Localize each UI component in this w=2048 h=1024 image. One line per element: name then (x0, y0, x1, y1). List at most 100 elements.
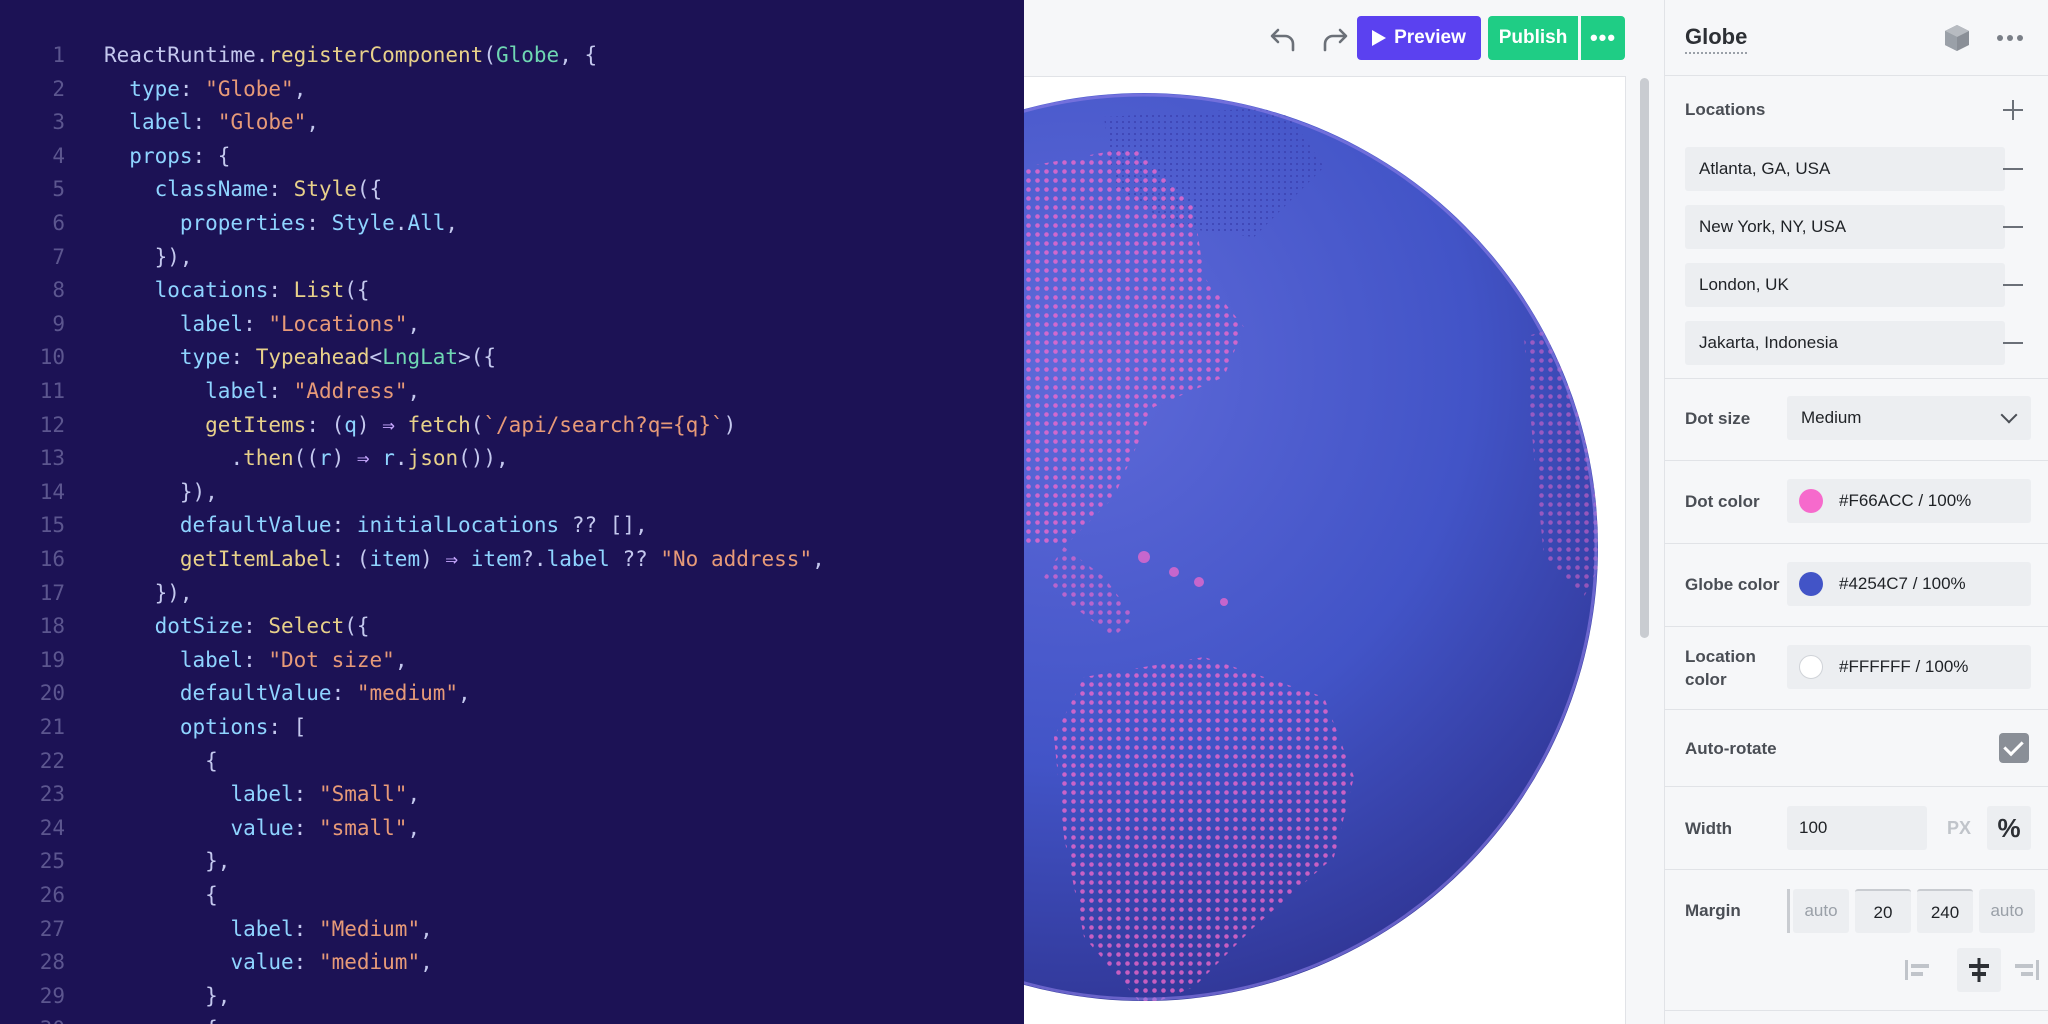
component-title[interactable]: Globe (1685, 24, 1748, 54)
line-number: 22 (39, 748, 65, 773)
code-text: }, (205, 849, 231, 874)
toolbar: Preview Publish ••• (1024, 0, 1664, 76)
line-number: 16 (39, 547, 65, 571)
locations-label: Locations (1685, 100, 1766, 119)
line-number: 10 (39, 345, 65, 370)
code-text: }, (205, 983, 231, 1008)
location-color-label: Location color (1685, 647, 1756, 689)
more-dots-icon: ••• (1589, 25, 1617, 50)
dot-color-value: #F66ACC / 100% (1839, 491, 1972, 510)
code-text: { (205, 883, 218, 907)
code-text: value: "medium", (230, 950, 433, 975)
globe-color-value: #4254C7 / 100% (1839, 574, 1966, 593)
line-number: 5 (52, 177, 65, 202)
cube-icon[interactable] (1941, 22, 1973, 54)
code-text: }), (154, 244, 193, 269)
dot-color-swatch[interactable] (1799, 489, 1823, 513)
unit-percent-toggle[interactable]: % (1987, 806, 2031, 850)
align-left-icon[interactable] (1897, 950, 1937, 990)
dot-size-value: Medium (1801, 408, 1862, 427)
inspector-panel: Globe Locations Atlanta, GA, USA New Yor… (1664, 0, 2048, 1024)
line-number: 14 (39, 479, 65, 504)
code-text: type: Typeahead<LngLat>({ (179, 345, 496, 370)
line-number: 13 (39, 446, 65, 471)
line-number: 30 (0, 1012, 65, 1024)
code-text: { (104, 1012, 218, 1024)
preview-button-label: Preview (1394, 27, 1466, 48)
preview-frame (1024, 76, 1626, 1024)
publish-button[interactable]: Publish (1488, 16, 1578, 60)
add-location-icon[interactable] (2001, 98, 2025, 122)
align-right-icon[interactable] (2007, 950, 2047, 990)
divider (1665, 626, 2048, 627)
code-text: .then((r) ⇒ r.json()), (230, 446, 509, 471)
undo-icon[interactable] (1262, 18, 1304, 60)
code-text: type: "Globe", (129, 76, 307, 101)
line-number: 12 (39, 412, 65, 437)
line-number: 17 (39, 580, 65, 605)
code-text: getItems: (q) ⇒ fetch(`/api/search?q={q}… (205, 412, 737, 437)
location-field-2[interactable]: New York, NY, USA (1685, 205, 2005, 249)
line-number: 7 (52, 244, 65, 269)
location-color-swatch[interactable] (1799, 655, 1823, 679)
code-text: className: Style({ (154, 177, 383, 202)
inspector-header: Globe (1665, 0, 2048, 76)
play-icon (1372, 30, 1387, 46)
line-number: 6 (52, 211, 65, 235)
margin-label: Margin (1685, 901, 1741, 920)
location-field-1[interactable]: Atlanta, GA, USA (1685, 147, 2005, 191)
location-field-3[interactable]: London, UK (1685, 263, 2005, 307)
preview-scrollbar[interactable] (1640, 78, 1649, 638)
unit-px-toggle[interactable]: PX (1941, 806, 1977, 850)
code-text: properties: Style.All, (179, 211, 459, 235)
more-options-icon[interactable] (1993, 22, 2027, 54)
width-label: Width (1685, 819, 1733, 838)
width-input[interactable]: 100 (1787, 806, 1927, 850)
remove-location-icon[interactable] (2003, 284, 2023, 286)
remove-location-icon[interactable] (2003, 226, 2023, 228)
margin-bottom-input[interactable]: 240 (1917, 889, 1973, 933)
code-text: { (205, 748, 218, 773)
divider (1665, 378, 2048, 379)
line-number: 2 (52, 76, 65, 101)
line-number: 8 (52, 278, 65, 303)
location-color-picker[interactable]: #FFFFFF / 100% (1787, 645, 2031, 689)
remove-location-icon[interactable] (2003, 342, 2023, 344)
code-text: label: "Dot size", (179, 647, 408, 672)
publish-more-button[interactable]: ••• (1581, 16, 1625, 60)
code-editor[interactable]: 1 ReactRuntime.registerComponent(Globe, {… (0, 0, 1024, 1024)
preview-button[interactable]: Preview (1357, 16, 1481, 60)
margin-top-input[interactable]: 20 (1855, 889, 1911, 933)
redo-icon[interactable] (1314, 18, 1356, 60)
publish-button-label: Publish (1498, 27, 1568, 48)
line-number: 24 (39, 815, 65, 840)
dot-size-select[interactable]: Medium (1787, 396, 2031, 440)
margin-left-input[interactable]: auto (1793, 889, 1849, 933)
globe-render[interactable] (1024, 77, 1626, 1024)
line-number: 4 (52, 143, 65, 168)
line-number: 18 (39, 614, 65, 639)
remove-location-icon[interactable] (2003, 168, 2023, 170)
dot-color-picker[interactable]: #F66ACC / 100% (1787, 479, 2031, 523)
location-field-4[interactable]: Jakarta, Indonesia (1685, 321, 2005, 365)
code-text: label: "Small", (230, 782, 421, 807)
globe-color-picker[interactable]: #4254C7 / 100% (1787, 562, 2031, 606)
margin-right-input[interactable]: auto (1979, 889, 2035, 933)
code-text: value: "small", (230, 815, 421, 840)
globe-color-swatch[interactable] (1799, 572, 1823, 596)
line-number: 3 (52, 110, 65, 135)
line-number: 20 (39, 681, 65, 706)
code-text: dotSize: Select({ (154, 614, 370, 639)
line-number: 21 (39, 715, 65, 739)
dot-size-label: Dot size (1685, 409, 1751, 428)
divider (1665, 460, 2048, 461)
line-number: 19 (39, 647, 65, 672)
divider (1665, 869, 2048, 870)
globe-color-label: Globe color (1685, 575, 1780, 594)
code-text: options: [ (179, 715, 307, 739)
divider (1665, 709, 2048, 710)
align-center-icon (1969, 958, 1989, 982)
auto-rotate-checkbox[interactable] (1999, 733, 2029, 763)
line-number: 29 (39, 983, 65, 1008)
divider (1665, 786, 2048, 787)
